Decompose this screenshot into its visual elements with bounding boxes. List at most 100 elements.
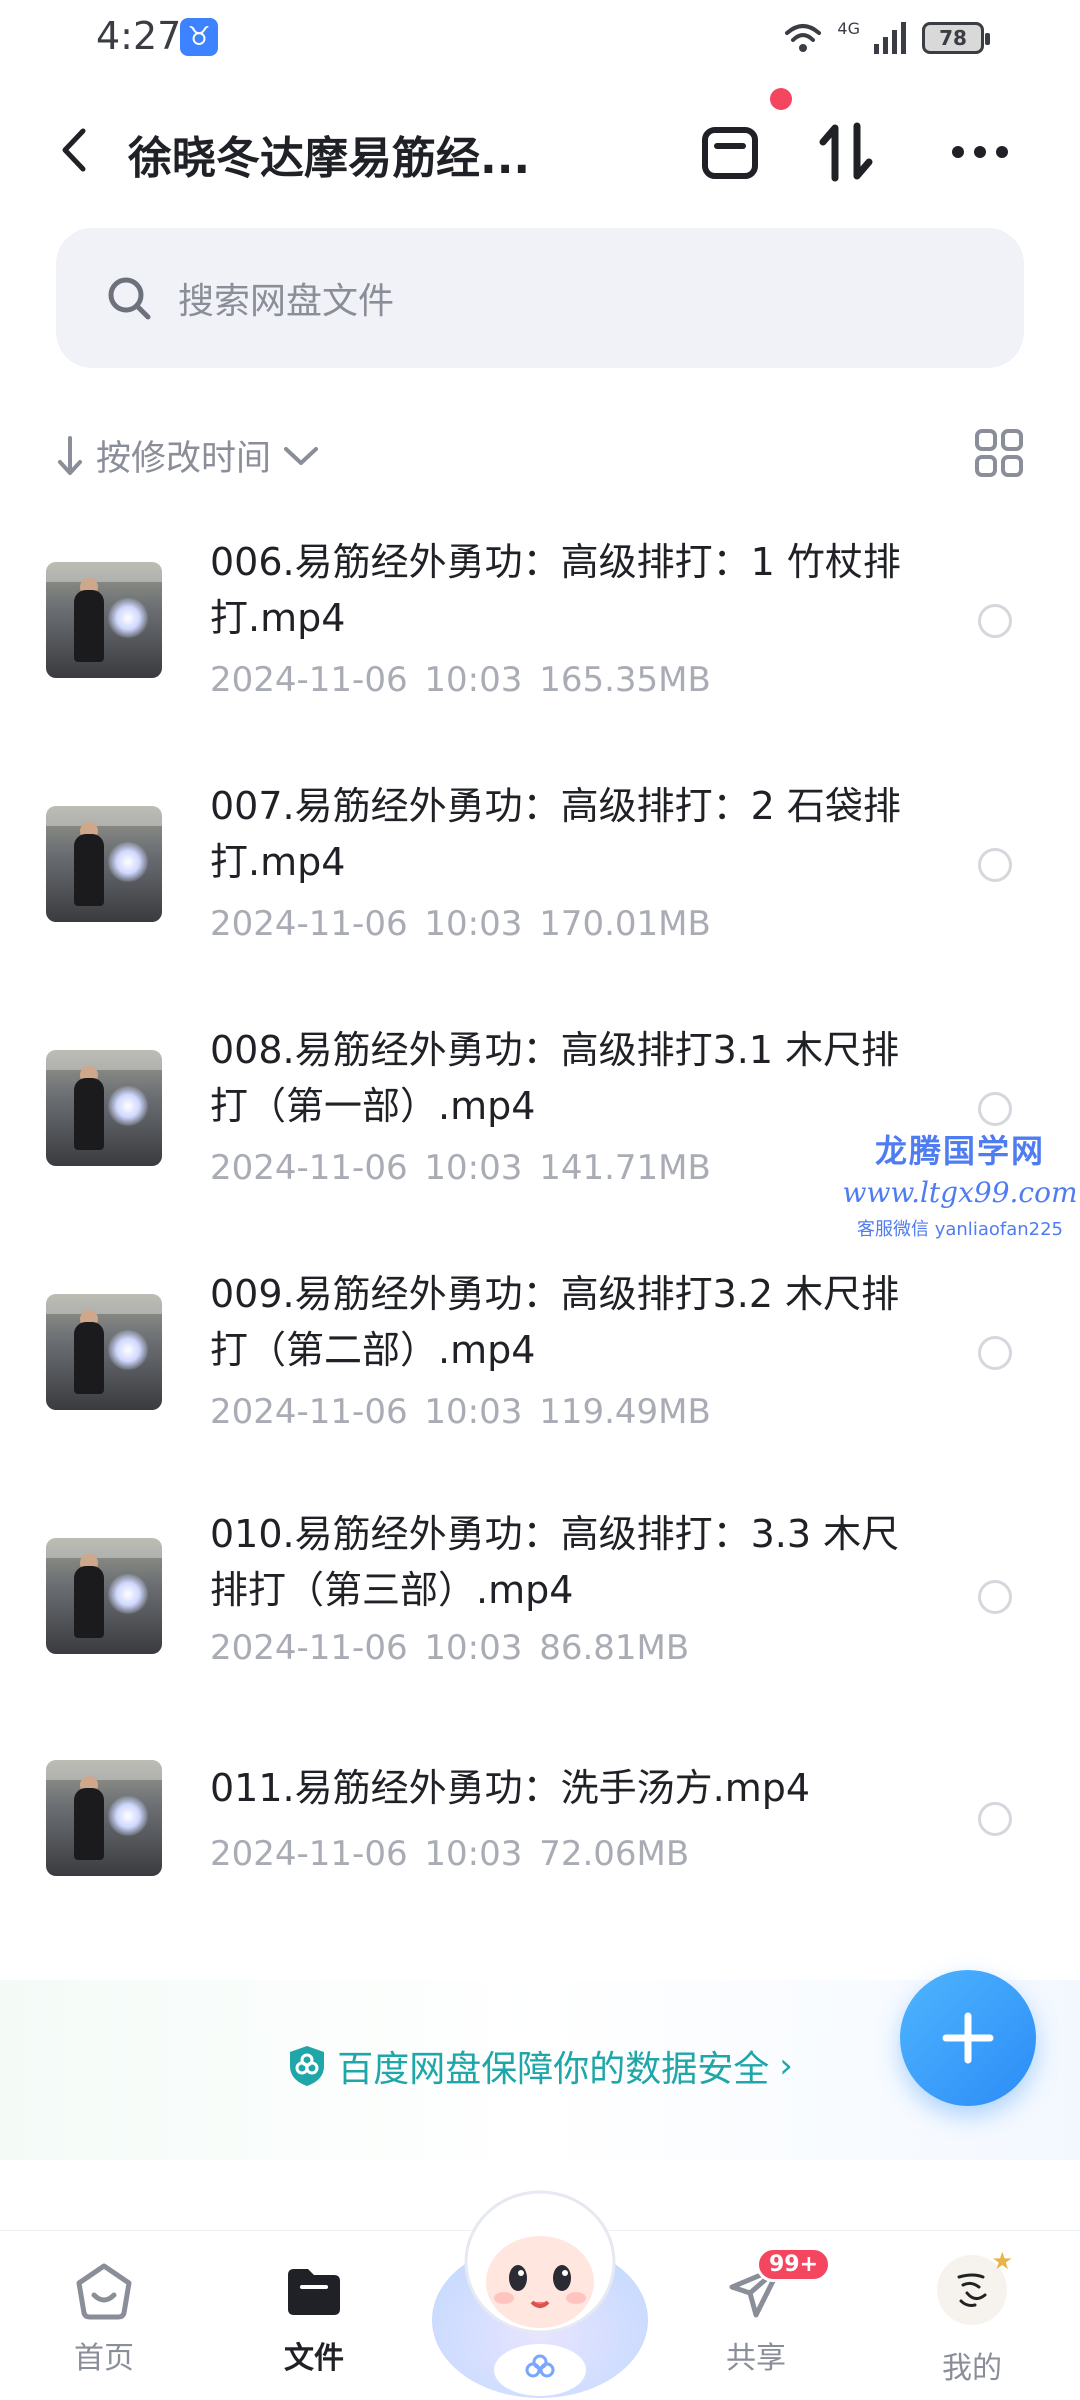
nav-me-label: 我的 <box>942 2351 1002 2386</box>
file-size: 141.71MB <box>539 1148 711 1188</box>
video-thumbnail <box>46 1760 162 1876</box>
more-horizontal-icon <box>952 146 1008 158</box>
file-size: 165.35MB <box>539 660 711 700</box>
arrow-down-icon <box>58 435 82 475</box>
select-checkbox[interactable] <box>978 1336 1012 1370</box>
status-indicators: 4G 78 <box>783 18 990 58</box>
select-checkbox[interactable] <box>978 1092 1012 1126</box>
file-meta: 2024-11-06 10:03 170.01MB <box>210 904 711 944</box>
select-checkbox[interactable] <box>978 848 1012 882</box>
search-input[interactable]: 搜索网盘文件 <box>56 228 1024 368</box>
transfer-list-button[interactable] <box>694 116 766 188</box>
file-size: 170.01MB <box>539 904 711 944</box>
nav-share-label: 共享 <box>726 2341 786 2376</box>
chevron-right-icon: › <box>779 2046 793 2086</box>
status-time: 4:27 <box>96 14 182 58</box>
nav-home-label: 首页 <box>74 2341 134 2376</box>
file-time: 10:03 <box>424 1392 523 1432</box>
nav-files[interactable]: 文件 <box>254 2261 374 2377</box>
file-date: 2024-11-06 <box>210 904 408 944</box>
file-time: 10:03 <box>424 1834 523 1874</box>
file-date: 2024-11-06 <box>210 1148 408 1188</box>
file-row[interactable]: 006.易筋经外勇功：高级排打：1 竹杖排打.mp4 2024-11-06 10… <box>0 520 1080 764</box>
file-meta: 2024-11-06 10:03 119.49MB <box>210 1392 711 1432</box>
back-button[interactable] <box>44 120 104 180</box>
file-meta: 2024-11-06 10:03 86.81MB <box>210 1628 689 1668</box>
app-notification-icon: ♉ <box>180 18 218 56</box>
status-bar: 4:27 ♉ 4G 78 <box>0 0 1080 80</box>
file-row[interactable]: 007.易筋经外勇功：高级排打：2 石袋排打.mp4 2024-11-06 10… <box>0 764 1080 1008</box>
wifi-icon <box>785 24 822 52</box>
file-size: 119.49MB <box>539 1392 711 1432</box>
sort-arrows-icon <box>819 122 873 182</box>
notification-dot <box>770 88 792 110</box>
sort-label: 按修改时间 <box>96 439 272 479</box>
sort-by-modified-button[interactable]: 按修改时间 <box>56 430 319 481</box>
file-name: 006.易筋经外勇功：高级排打：1 竹杖排打.mp4 <box>210 540 901 640</box>
add-button[interactable] <box>900 1970 1036 2106</box>
grid-icon <box>975 429 1023 477</box>
file-size: 72.06MB <box>539 1834 690 1874</box>
video-thumbnail <box>46 806 162 922</box>
file-time: 10:03 <box>424 1628 523 1668</box>
file-time: 10:03 <box>424 904 523 944</box>
nav-share[interactable]: 99+ 共享 <box>696 2247 832 2377</box>
file-name: 011.易筋经外勇功：洗手汤方.mp4 <box>210 1766 811 1810</box>
page-title: 徐晓冬达摩易筋经... <box>128 133 531 184</box>
mascot-icon <box>432 2190 648 2398</box>
select-checkbox[interactable] <box>978 1580 1012 1614</box>
top-bar: 徐晓冬达摩易筋经... <box>0 100 1080 200</box>
video-thumbnail <box>46 1538 162 1654</box>
nav-me[interactable]: ★ 我的 <box>912 2247 1032 2387</box>
battery-icon: 78 <box>922 22 990 54</box>
shield-icon <box>290 2046 325 2086</box>
watermark: 龙腾国学网 www.ltgx99.com 客服微信 yanliaofan225 <box>840 1126 1080 1241</box>
video-thumbnail <box>46 1050 162 1166</box>
file-date: 2024-11-06 <box>210 660 408 700</box>
avatar: ★ <box>937 2247 1013 2325</box>
share-badge: 99+ <box>756 2247 832 2282</box>
avatar-calligraphy-image <box>957 2273 987 2307</box>
sort-bar: 按修改时间 <box>56 420 1024 490</box>
file-name: 009.易筋经外勇功：高级排打3.2 木尺排打（第二部）.mp4 <box>210 1272 900 1372</box>
select-checkbox[interactable] <box>978 1802 1012 1836</box>
file-row[interactable]: 010.易筋经外勇功：高级排打：3.3 木尺排打（第三部）.mp4 2024-1… <box>0 1496 1080 1726</box>
signal-icon <box>874 22 906 54</box>
file-row[interactable]: 009.易筋经外勇功：高级排打3.2 木尺排打（第二部）.mp4 2024-11… <box>0 1252 1080 1496</box>
chevron-left-icon <box>62 128 86 172</box>
network-type: 4G <box>837 18 860 38</box>
select-checkbox[interactable] <box>978 604 1012 638</box>
star-icon: ★ <box>991 2247 1013 2275</box>
ai-assistant-mascot[interactable] <box>430 2170 650 2400</box>
watermark-contact: 客服微信 yanliaofan225 <box>857 1219 1063 1240</box>
file-meta: 2024-11-06 10:03 72.06MB <box>210 1834 689 1874</box>
battery-level: 78 <box>939 26 967 50</box>
file-date: 2024-11-06 <box>210 1628 408 1668</box>
chevron-down-icon <box>284 446 319 465</box>
grid-view-button[interactable] <box>974 428 1024 478</box>
nav-files-label: 文件 <box>284 2341 344 2376</box>
file-meta: 2024-11-06 10:03 165.35MB <box>210 660 711 700</box>
security-text: 百度网盘保障你的数据安全 <box>337 2049 770 2090</box>
file-time: 10:03 <box>424 660 523 700</box>
inbox-icon <box>702 127 758 179</box>
search-placeholder: 搜索网盘文件 <box>178 281 395 322</box>
watermark-title: 龙腾国学网 <box>874 1132 1045 1170</box>
file-name: 008.易筋经外勇功：高级排打3.1 木尺排打（第一部）.mp4 <box>210 1028 900 1128</box>
sort-toggle-button[interactable] <box>810 116 882 188</box>
video-thumbnail <box>46 1294 162 1410</box>
file-date: 2024-11-06 <box>210 1392 408 1432</box>
more-options-button[interactable] <box>944 116 1016 188</box>
file-name: 010.易筋经外勇功：高级排打：3.3 木尺排打（第三部）.mp4 <box>210 1512 900 1612</box>
file-name: 007.易筋经外勇功：高级排打：2 石袋排打.mp4 <box>210 784 901 884</box>
home-icon <box>76 2263 132 2320</box>
search-icon <box>108 277 151 320</box>
file-row[interactable]: 011.易筋经外勇功：洗手汤方.mp4 2024-11-06 10:03 72.… <box>0 1726 1080 1926</box>
file-date: 2024-11-06 <box>210 1834 408 1874</box>
file-meta: 2024-11-06 10:03 141.71MB <box>210 1148 711 1188</box>
nav-home[interactable]: 首页 <box>44 2261 164 2377</box>
plus-icon <box>942 2012 994 2064</box>
folder-icon <box>288 2269 340 2315</box>
file-time: 10:03 <box>424 1148 523 1188</box>
file-size: 86.81MB <box>539 1628 690 1668</box>
